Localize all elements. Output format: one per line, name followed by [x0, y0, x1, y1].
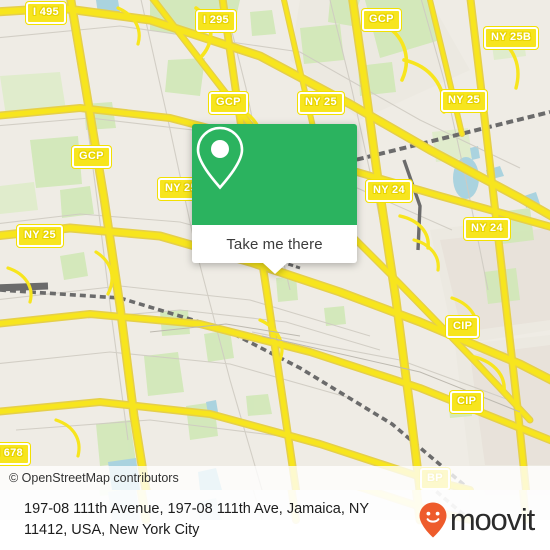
moovit-wordmark: moovit [449, 502, 535, 537]
map-shield-cip-2[interactable]: CIP [450, 391, 484, 413]
map-shield-gcp-3[interactable]: GCP [72, 146, 111, 168]
map-shield-ny24-1[interactable]: NY 24 [366, 180, 412, 202]
address-text: 197-08 111th Avenue, 197-08 111th Ave, J… [24, 500, 369, 538]
location-pin-icon [196, 126, 244, 190]
map-shield-ny24-2[interactable]: NY 24 [464, 218, 510, 240]
moovit-logo[interactable]: moovit [418, 501, 540, 539]
map-shield-gcp-1[interactable]: GCP [362, 9, 401, 31]
take-me-there-label: Take me there [226, 235, 323, 253]
address-footer: 197-08 111th Avenue, 197-08 111th Ave, J… [0, 490, 550, 550]
map-shield-i678[interactable]: I 678 [0, 443, 30, 465]
moovit-location-card: I 495 I 295 GCP NY 25B GCP NY 25 NY 25 G… [0, 0, 550, 550]
map-attribution-bar: © OpenStreetMap contributors [0, 466, 550, 490]
osm-attribution-text: © OpenStreetMap contributors [9, 471, 179, 485]
moovit-smiley-pin-icon [419, 502, 447, 538]
map-location-popup[interactable]: Take me there [192, 124, 357, 274]
map-shield-ny25b[interactable]: NY 25B [484, 27, 539, 49]
map-shield-i495[interactable]: I 495 [26, 2, 66, 24]
map-shield-cip-1[interactable]: CIP [446, 316, 480, 338]
map-shield-i295[interactable]: I 295 [196, 10, 236, 32]
map-shield-ny25-1[interactable]: NY 25 [298, 92, 344, 114]
map-shield-ny25-4[interactable]: NY 25 [17, 225, 63, 247]
map-canvas[interactable]: I 495 I 295 GCP NY 25B GCP NY 25 NY 25 G… [0, 0, 550, 490]
popup-icon-panel [192, 124, 357, 225]
take-me-there-button[interactable]: Take me there [192, 225, 357, 263]
popup-tail [262, 263, 287, 274]
map-shield-gcp-2[interactable]: GCP [209, 92, 248, 114]
map-shield-ny25-2[interactable]: NY 25 [441, 90, 487, 112]
